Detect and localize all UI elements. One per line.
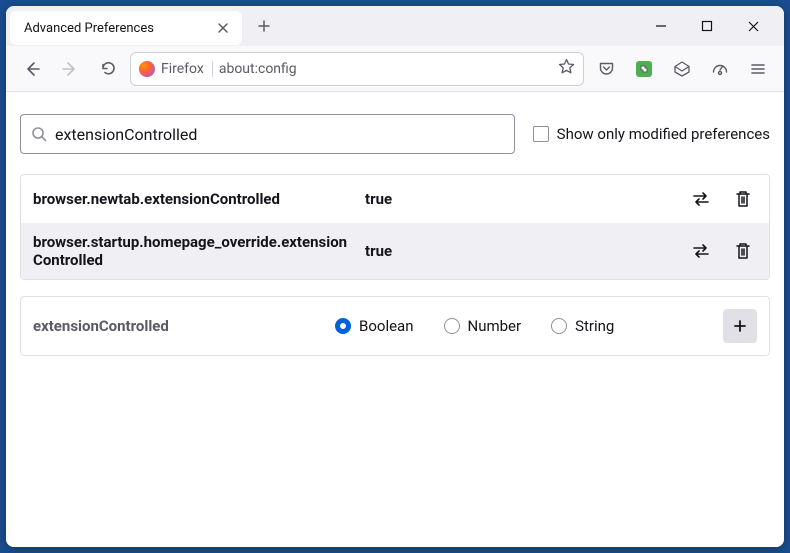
preferences-table: browser.newtab.extensionControlled true … (20, 174, 770, 280)
toggle-icon (691, 191, 711, 207)
account-icon (673, 60, 691, 78)
arrow-right-icon (61, 60, 79, 78)
account-button[interactable] (666, 53, 698, 85)
browser-window: Advanced Preferences (6, 6, 784, 547)
preference-actions (687, 237, 757, 265)
radio-label: Number (468, 317, 522, 335)
toggle-button[interactable] (687, 237, 715, 265)
radio-option-string[interactable]: String (551, 317, 614, 335)
url-bar[interactable]: Firefox about:config (130, 52, 584, 86)
preference-value: true (365, 190, 675, 208)
new-preference-name: extensionControlled (33, 317, 323, 335)
search-icon (31, 126, 47, 142)
new-tab-button[interactable] (250, 12, 278, 40)
extension-badge-icon (636, 61, 652, 77)
navigation-toolbar: Firefox about:config (6, 46, 784, 92)
radio-icon (551, 318, 567, 334)
trash-icon (735, 190, 751, 208)
preference-search-input[interactable] (55, 125, 504, 144)
pocket-button[interactable] (590, 53, 622, 85)
preference-name: browser.startup.homepage_override.extens… (33, 233, 353, 269)
radio-label: String (575, 317, 614, 335)
window-close-button[interactable] (730, 6, 776, 46)
preference-actions (687, 185, 757, 213)
page-content: Show only modified preferences browser.n… (6, 92, 784, 547)
preference-value: true (365, 242, 675, 260)
type-radio-group: Boolean Number String (335, 317, 711, 335)
url-text: about:config (219, 61, 552, 77)
identity-box[interactable]: Firefox (139, 61, 213, 77)
delete-button[interactable] (729, 185, 757, 213)
dashboard-icon (711, 60, 729, 78)
reload-icon (100, 60, 117, 77)
bookmark-button[interactable] (558, 58, 575, 79)
radio-option-boolean[interactable]: Boolean (335, 317, 414, 335)
forward-button[interactable] (54, 53, 86, 85)
delete-button[interactable] (729, 237, 757, 265)
radio-icon (335, 318, 351, 334)
maximize-icon (701, 20, 713, 32)
identity-label: Firefox (161, 61, 204, 77)
toggle-icon (691, 243, 711, 259)
plus-icon (257, 19, 271, 33)
minimize-icon (655, 20, 667, 32)
reload-button[interactable] (92, 53, 124, 85)
app-menu-button[interactable] (742, 53, 774, 85)
pocket-icon (598, 60, 615, 77)
browser-tab[interactable]: Advanced Preferences (10, 11, 242, 45)
tab-title: Advanced Preferences (24, 21, 154, 36)
window-maximize-button[interactable] (684, 6, 730, 46)
window-minimize-button[interactable] (638, 6, 684, 46)
radio-option-number[interactable]: Number (444, 317, 522, 335)
whatsnew-button[interactable] (704, 53, 736, 85)
tab-close-button[interactable] (214, 19, 232, 37)
radio-icon (444, 318, 460, 334)
close-icon (747, 20, 760, 33)
preference-row[interactable]: browser.startup.homepage_override.extens… (21, 223, 769, 279)
add-preference-button[interactable] (723, 309, 757, 343)
search-row: Show only modified preferences (20, 114, 770, 154)
preference-name: browser.newtab.extensionControlled (33, 190, 353, 208)
preference-row[interactable]: browser.newtab.extensionControlled true (21, 175, 769, 223)
titlebar: Advanced Preferences (6, 6, 784, 46)
trash-icon (735, 242, 751, 260)
arrow-left-icon (23, 60, 41, 78)
radio-label: Boolean (359, 317, 414, 335)
close-icon (217, 22, 229, 34)
extensions-button[interactable] (628, 53, 660, 85)
back-button[interactable] (16, 53, 48, 85)
checkbox-label: Show only modified preferences (557, 125, 770, 143)
plus-icon (732, 318, 748, 334)
star-icon (558, 58, 575, 75)
checkbox-icon (533, 126, 549, 142)
preference-search-box[interactable] (20, 114, 515, 154)
toggle-button[interactable] (687, 185, 715, 213)
new-preference-row: extensionControlled Boolean Number Strin… (20, 296, 770, 356)
firefox-logo-icon (139, 61, 155, 77)
hamburger-icon (750, 61, 766, 77)
show-modified-checkbox[interactable]: Show only modified preferences (533, 125, 770, 143)
